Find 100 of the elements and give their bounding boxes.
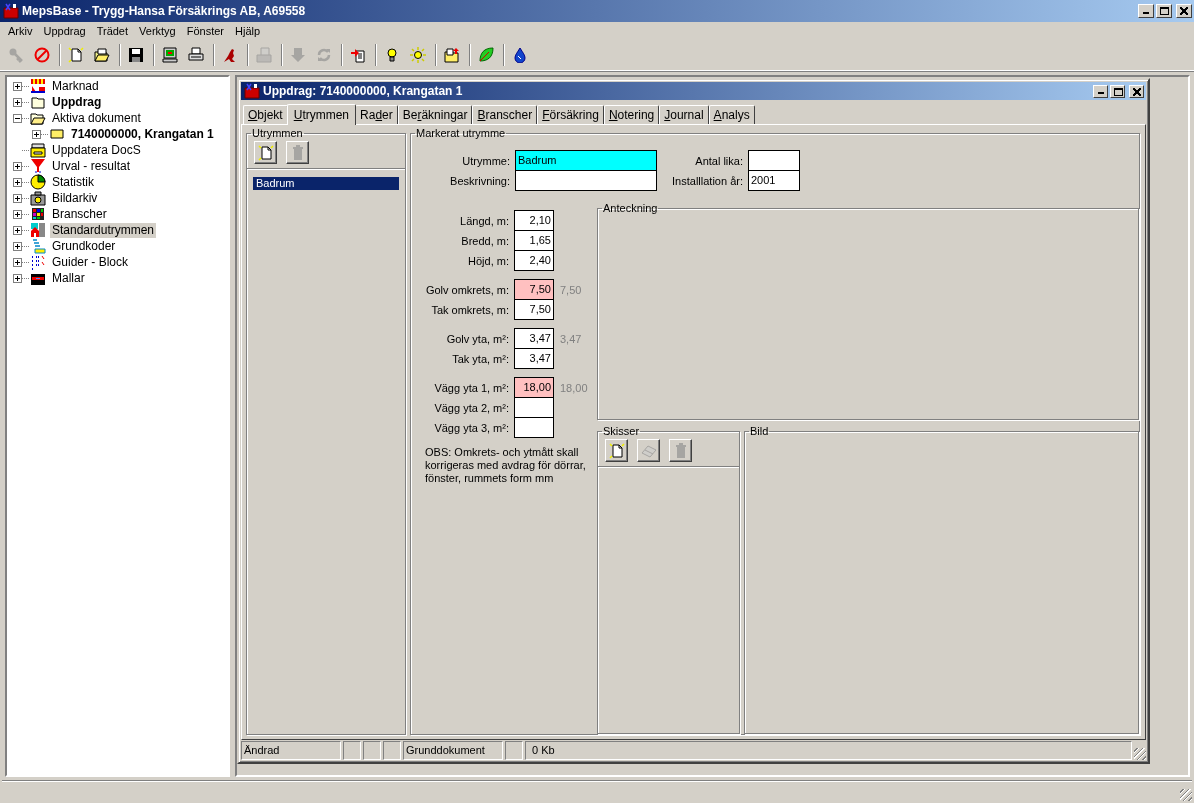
monitor-icon [162, 47, 178, 63]
status-text: Grunddokument [403, 741, 503, 760]
tab[interactable]: Beräkningar [397, 105, 473, 124]
expand-toggle[interactable] [13, 161, 22, 171]
menu-item[interactable]: Verktyg [134, 25, 182, 37]
expand-toggle[interactable] [13, 257, 22, 267]
new-document-icon [257, 144, 274, 161]
tab[interactable]: Notering [603, 105, 660, 124]
tree-item[interactable]: Urval - resultat [50, 158, 133, 174]
tree-item[interactable]: Standardutrymmen [50, 222, 157, 238]
tool-button[interactable] [605, 439, 628, 462]
minimize-button[interactable] [1093, 84, 1108, 98]
leaf-icon [478, 47, 494, 63]
text-field[interactable] [748, 150, 800, 171]
number-field[interactable]: 3,47 [514, 328, 554, 349]
field-label: Vägg yta 3, m²: [433, 421, 510, 434]
light-bulb-icon [384, 47, 400, 63]
expand-toggle[interactable] [13, 273, 22, 283]
number-field[interactable]: 7,50 [514, 279, 554, 300]
refresh-icon [316, 47, 332, 63]
sun-icon [410, 47, 426, 63]
minimize-button[interactable] [1138, 4, 1154, 18]
number-field[interactable]: 3,47 [514, 348, 554, 369]
expand-toggle[interactable] [13, 193, 22, 203]
tree-item[interactable]: Branscher [50, 206, 109, 222]
tree-item[interactable]: Guider - Block [50, 254, 131, 270]
open-folder-icon [94, 47, 110, 63]
expand-toggle[interactable] [13, 209, 22, 219]
market-stall-icon [30, 78, 46, 94]
tree-item[interactable]: Mallar [50, 270, 87, 286]
expand-toggle[interactable] [13, 97, 22, 107]
text-field[interactable]: Badrum [515, 150, 657, 171]
text-field[interactable]: 2001 [748, 170, 800, 191]
status-pane [505, 741, 523, 760]
number-field[interactable]: 7,50 [514, 299, 554, 320]
folder-icon [30, 94, 46, 110]
tree-item[interactable]: Grundkoder [50, 238, 118, 254]
expand-toggle[interactable] [13, 177, 22, 187]
close-button[interactable] [1176, 4, 1192, 18]
tab[interactable]: Objekt [243, 105, 288, 124]
pie-chart-icon [30, 174, 46, 190]
maximize-button[interactable] [1110, 84, 1125, 98]
down-arrow-icon [290, 47, 306, 63]
expand-toggle[interactable] [13, 81, 22, 91]
expand-toggle[interactable] [13, 225, 22, 235]
resize-grip[interactable] [1180, 789, 1192, 801]
tab[interactable]: Analys [708, 105, 755, 124]
field-label: Installlation år: [671, 174, 744, 187]
open-folder-icon [30, 110, 46, 126]
tree-item[interactable]: Aktiva dokument [50, 110, 143, 126]
text-field[interactable] [515, 170, 657, 191]
field-label: Vägg yta 1, m²: [433, 381, 510, 394]
list-item[interactable]: Badrum [253, 177, 399, 190]
number-field[interactable]: 18,00 [514, 377, 554, 398]
number-field[interactable]: 1,65 [514, 230, 554, 251]
expand-toggle[interactable] [13, 241, 22, 251]
tree-item[interactable]: Uppdrag [50, 94, 104, 110]
calculated-value: 3,47 [560, 332, 582, 345]
kangaroo-icon [222, 47, 238, 63]
field-label: Höjd, m: [467, 254, 510, 267]
expand-toggle[interactable] [13, 113, 22, 123]
no-entry-icon [34, 47, 50, 63]
field-label: Golv yta, m²: [445, 332, 510, 345]
menu-item[interactable]: Uppdrag [38, 25, 92, 37]
group-title: Utrymmen [251, 127, 304, 139]
tree-item[interactable]: Uppdatera DocS [50, 142, 143, 158]
tool-button[interactable] [254, 141, 277, 164]
tab[interactable]: Utrymmen [286, 104, 357, 125]
resize-grip[interactable] [1134, 748, 1146, 760]
maximize-button[interactable] [1156, 4, 1172, 18]
tree-item[interactable]: Bildarkiv [50, 190, 100, 206]
menu-item[interactable]: Hjälp [230, 25, 267, 37]
menu-item[interactable]: Arkiv [3, 25, 39, 37]
funnel-icon [30, 158, 46, 174]
status-pane [343, 741, 361, 760]
group-title: Bild [749, 425, 770, 437]
tree-item[interactable]: 7140000000, Krangatan 1 [69, 126, 216, 142]
number-field[interactable] [514, 417, 554, 438]
document-icon [49, 126, 65, 142]
expand-toggle[interactable] [32, 129, 41, 139]
tree-item[interactable]: Statistik [50, 174, 96, 190]
tab[interactable]: Rader [355, 105, 398, 124]
tab[interactable]: Journal [659, 105, 709, 124]
scanner-icon [30, 142, 46, 158]
calculated-value: 18,00 [560, 381, 588, 394]
number-field[interactable] [514, 397, 554, 418]
menu-item[interactable]: Fönster [181, 25, 231, 37]
menu-item[interactable]: Trädet [91, 25, 135, 37]
close-button[interactable] [1129, 84, 1144, 98]
app-icon [3, 3, 19, 19]
key-icon [8, 47, 24, 63]
new-document-icon [608, 442, 625, 459]
tree-item[interactable]: Marknad [50, 78, 101, 94]
tab[interactable]: Branscher [472, 105, 538, 124]
window-title: MepsBase - Trygg-Hansa Försäkrings AB, A69558 [22, 4, 306, 18]
number-field[interactable]: 2,10 [514, 210, 554, 231]
number-field[interactable]: 2,40 [514, 250, 554, 271]
new-document-icon [68, 47, 84, 63]
group-title: Skisser [602, 425, 641, 437]
tab[interactable]: Försäkring [537, 105, 604, 124]
